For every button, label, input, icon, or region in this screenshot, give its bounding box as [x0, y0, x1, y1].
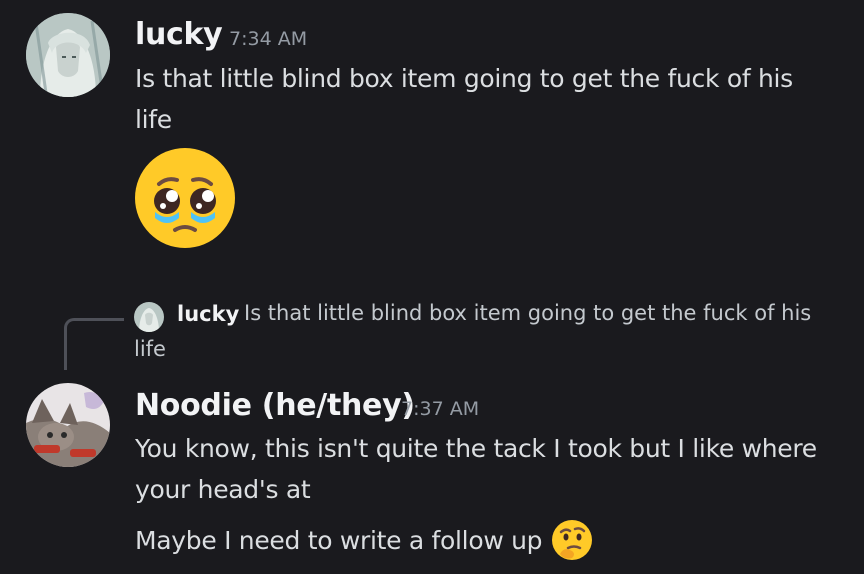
message-line: Maybe I need to write a follow up: [135, 525, 543, 555]
message-line: You know, this isn't quite the tack I to…: [135, 434, 817, 463]
thinking-face-emoji-icon: [550, 518, 594, 562]
timestamp: 7:34 AM: [229, 28, 308, 50]
author-name[interactable]: lucky: [135, 17, 223, 52]
message-text-followup: Maybe I need to write a follow up: [135, 518, 855, 562]
reply-author-name[interactable]: lucky: [177, 302, 239, 326]
reply-preview-text[interactable]: Is that little blind box item going to g…: [244, 301, 811, 325]
reply-connector: [64, 318, 124, 370]
reply-preview-text[interactable]: life: [134, 337, 166, 361]
message-text: Is that little blind box item going to g…: [135, 58, 855, 140]
message-text: You know, this isn't quite the tack I to…: [135, 428, 855, 510]
author-name[interactable]: Noodie (he/they): [135, 388, 415, 423]
pleading-face-emoji-icon: [133, 146, 237, 250]
message-line: your head's at: [135, 475, 311, 504]
timestamp: 7:37 AM: [401, 398, 480, 420]
message-line: life: [135, 105, 172, 134]
message-line: Is that little blind box item going to g…: [135, 64, 793, 93]
reply-avatar-lucky[interactable]: [134, 302, 164, 332]
avatar-lucky[interactable]: [26, 13, 110, 97]
avatar-noodie[interactable]: [26, 383, 110, 467]
